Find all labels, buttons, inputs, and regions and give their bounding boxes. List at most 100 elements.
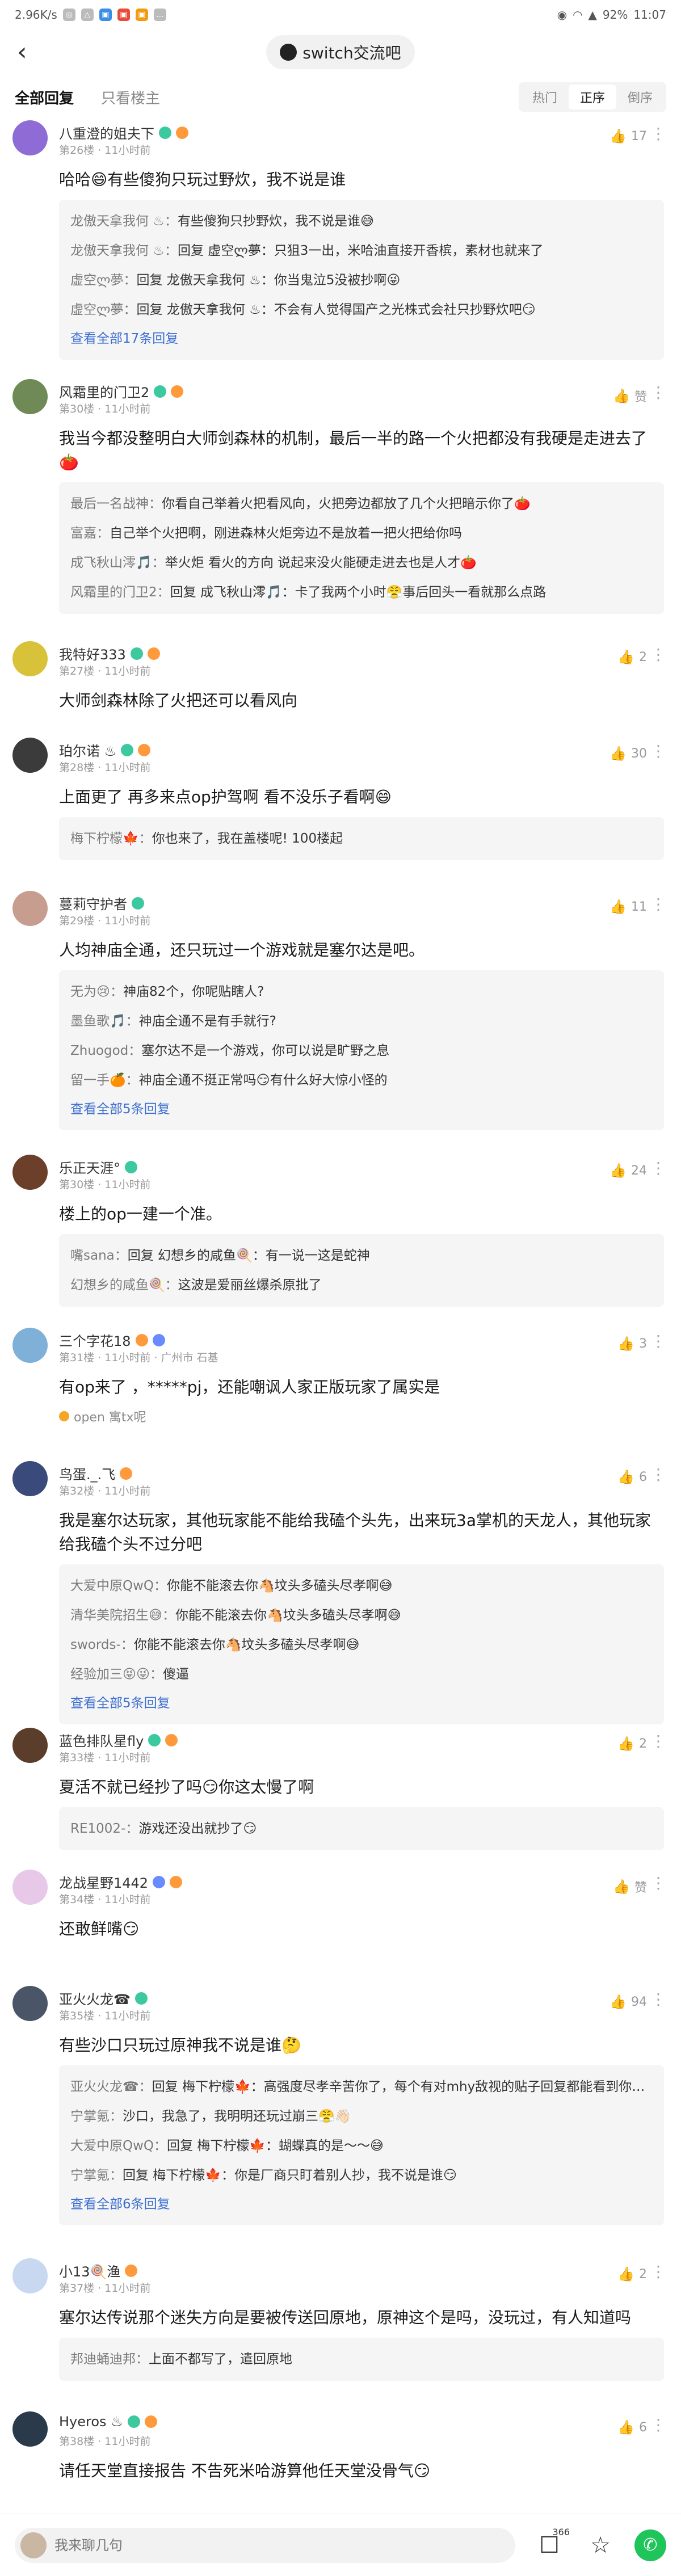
reply-item[interactable]: 宁掌氪：沙口，我急了，我明明还玩过崩三😤👋🏻 [70,2102,653,2131]
reply-author[interactable]: 留一手🍊： [70,1073,139,1088]
reply-item[interactable]: 清华美院招生😅：你能不能滚去你🐴坟头多磕头尽孝啊😅 [70,1601,653,1630]
reply-list[interactable]: 无为😢：神庙82个，你呢贴瞎人? 墨鱼歌🎵：神庙全通不是有手就行? Zhuogod：… [59,970,664,1130]
reply-input[interactable] [54,2537,395,2553]
more-options-icon[interactable]: ⋮ [650,1992,666,2007]
reply-author[interactable]: RE1002-： [70,1821,138,1836]
favorite-button[interactable]: ☆ [583,2532,617,2558]
like-button[interactable]: 👍 6 [617,1469,647,1485]
reply-item[interactable]: 亚火火龙☎：回复 梅下柠檬🍁：高强度尽孝辛苦你了，每个有对mhy敌视的贴子回复都… [70,2072,653,2102]
reply-author[interactable]: 嘴sana： [70,1248,128,1263]
username[interactable]: 蔓莉守护者 [59,893,127,913]
reply-author[interactable]: 虚空ლ夢： [70,273,136,288]
reply-item[interactable]: 最后一名战神：你看自己举着火把看风向，火把旁边都放了几个火把暗示你了🍅 [70,489,653,519]
avatar[interactable] [12,2411,48,2447]
view-all-replies-link[interactable]: 查看全部5条回复 [70,1095,653,1123]
reply-author[interactable]: 经验加三😝😜： [70,1667,163,1682]
username[interactable]: 鸟蛋._.飞 [59,1463,115,1483]
avatar[interactable] [12,1986,48,2021]
reply-list[interactable]: 龙傲天拿我何 ♨：有些傻狗只抄野炊，我不说是谁😅 龙傲天拿我何 ♨：回复 虚空ლ夢… [59,200,664,360]
username[interactable]: 乐正天涯° [59,1157,120,1177]
view-all-replies-link[interactable]: 查看全部17条回复 [70,325,653,353]
reply-item[interactable]: 无为😢：神庙82个，你呢贴瞎人? [70,977,653,1007]
reply-item[interactable]: 幻想乡的咸鱼🍭：这波是爱丽丝爆杀原批了 [70,1270,653,1300]
reply-author[interactable]: 亚火火龙☎： [70,2080,152,2094]
avatar[interactable] [12,120,48,155]
more-options-icon[interactable]: ⋮ [650,126,666,142]
back-arrow-icon[interactable]: ‹ [17,40,27,65]
username[interactable]: 小13🍭渔 [59,2261,120,2280]
reply-author[interactable]: 宁掌氪： [70,2168,123,2183]
more-options-icon[interactable]: ⋮ [650,2264,666,2280]
reply-item[interactable]: 大爱中原QwQ：你能不能滚去你🐴坟头多磕头尽孝啊😅 [70,1571,653,1601]
like-button[interactable]: 👍 30 [609,746,647,761]
avatar[interactable] [12,1728,48,1763]
reply-item[interactable]: 虚空ლ夢：回复 龙傲天拿我何 ♨：你当鬼泣5没被抄啊😜 [70,266,653,295]
reply-author[interactable]: 大爱中原QwQ： [70,2139,167,2153]
avatar[interactable] [12,2258,48,2293]
comments-button[interactable]: ☐ 366 [532,2527,570,2558]
reply-item[interactable]: swords-：你能不能滚去你🐴坟头多磕头尽孝啊😅 [70,1630,653,1660]
reply-item[interactable]: RE1002-：游戏还没出就抄了😏 [70,1814,653,1843]
username[interactable]: 龙战星野1442 [59,1872,148,1892]
more-options-icon[interactable]: ⋮ [650,2417,666,2433]
username[interactable]: 亚火火龙☎ [59,1988,131,2008]
reply-author[interactable]: 幻想乡的咸鱼🍭： [70,1278,178,1293]
reply-item[interactable]: 龙傲天拿我何 ♨：回复 虚空ლ夢：只狙3一出，米哈油直接开香槟，素材也就来了 [70,236,653,266]
more-options-icon[interactable]: ⋮ [650,1467,666,1483]
reply-item[interactable]: 大爱中原QwQ：回复 梅下柠檬🍁：蝴蝶真的是～～😅 [70,2131,653,2161]
like-button[interactable]: 👍 6 [617,2419,647,2435]
like-button[interactable]: 👍 94 [609,1994,647,2010]
forum-title-chip[interactable]: switch交流吧 [266,35,415,69]
reply-author[interactable]: 宁掌氪： [70,2109,123,2124]
more-options-icon[interactable]: ⋮ [650,385,666,401]
like-button[interactable]: 👍 17 [609,128,647,144]
reply-author[interactable]: 龙傲天拿我何 ♨： [70,214,178,229]
username[interactable]: 蓝色排队星fly [59,1730,144,1750]
reply-item[interactable]: 富嘉：自己举个火把啊，刚进森林火炬旁边不是放着一把火把给你吗 [70,519,653,548]
username[interactable]: Hyeros ♨ [59,2414,123,2430]
reply-item[interactable]: 嘴sana：回复 幻想乡的咸鱼🍭：有一说一这是蛇神 [70,1241,653,1270]
sort-hot[interactable]: 热门 [521,85,569,110]
view-all-replies-link[interactable]: 查看全部5条回复 [70,1689,653,1718]
reply-item[interactable]: 墨鱼歌🎵：神庙全通不是有手就行? [70,1007,653,1036]
username[interactable]: 三个字花18 [59,1330,131,1350]
reply-item[interactable]: 梅下柠檬🍁：你也来了，我在盖楼呢! 100楼起 [70,824,653,853]
reply-list[interactable]: 最后一名战神：你看自己举着火把看风向，火把旁边都放了几个火把暗示你了🍅 富嘉：自己… [59,482,664,614]
avatar[interactable] [12,891,48,926]
like-button[interactable]: 👍 24 [609,1163,647,1178]
reply-author[interactable]: swords-： [70,1638,134,1652]
reply-item[interactable]: 虚空ლ夢：回复 龙傲天拿我何 ♨：不会有人觉得国产之光株式会社只抄野炊吧😏 [70,295,653,325]
reply-item[interactable]: 邦迪蛹迪邦：上面不都写了，遣回原地 [70,2345,653,2374]
reply-author[interactable]: 成飞秋山澪🎵： [70,555,165,570]
avatar[interactable] [12,379,48,414]
reply-author[interactable]: 风霜里的门卫2： [70,585,170,600]
like-button[interactable]: 👍 2 [617,649,647,665]
reply-author[interactable]: 邦迪蛹迪邦： [70,2352,149,2367]
view-all-replies-link[interactable]: 查看全部6条回复 [70,2190,653,2219]
reply-item[interactable]: 风霜里的门卫2：回复 成飞秋山澪🎵：卡了我两个小时😤事后回头一看就那么点路 [70,578,653,607]
more-options-icon[interactable]: ⋮ [650,647,666,663]
reply-list[interactable]: 嘴sana：回复 幻想乡的咸鱼🍭：有一说一这是蛇神 幻想乡的咸鱼🍭：这波是爱丽丝爆… [59,1234,664,1307]
reply-list[interactable]: 梅下柠檬🍁：你也来了，我在盖楼呢! 100楼起 [59,817,664,860]
reply-list[interactable]: 邦迪蛹迪邦：上面不都写了，遣回原地 [59,2338,664,2381]
reply-author[interactable]: 富嘉： [70,526,110,541]
more-options-icon[interactable]: ⋮ [650,1875,666,1891]
avatar[interactable] [12,1155,48,1190]
avatar[interactable] [12,738,48,773]
more-options-icon[interactable]: ⋮ [650,1160,666,1176]
like-button[interactable]: 👍 2 [617,1736,647,1752]
reply-item[interactable]: 成飞秋山澪🎵：举火炬 看火的方向 说起来没火能硬走进去也是人才🍅 [70,548,653,578]
sort-descending[interactable]: 倒序 [616,85,664,110]
like-button[interactable]: 👍 3 [617,1336,647,1352]
tab-all-replies[interactable]: 全部回复 [15,87,74,108]
avatar[interactable] [12,1461,48,1496]
more-options-icon[interactable]: ⋮ [650,896,666,912]
username[interactable]: 八重澄的姐夫下 [59,123,154,142]
more-options-icon[interactable]: ⋮ [650,1733,666,1749]
more-options-icon[interactable]: ⋮ [650,743,666,759]
reply-item[interactable]: 龙傲天拿我何 ♨：有些傻狗只抄野炊，我不说是谁😅 [70,207,653,236]
avatar[interactable] [12,641,48,676]
reply-input-box[interactable] [15,2527,515,2563]
reply-item[interactable]: 经验加三😝😜：傻逼 [70,1660,653,1689]
reply-author[interactable]: 大爱中原QwQ： [70,1579,167,1593]
